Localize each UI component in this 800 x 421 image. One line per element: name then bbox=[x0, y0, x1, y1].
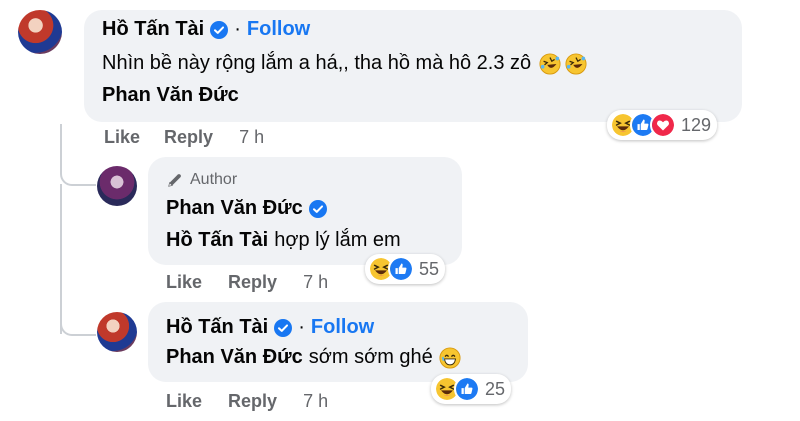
reaction-count: 25 bbox=[485, 378, 506, 399]
avatar[interactable] bbox=[97, 166, 137, 206]
verified-icon bbox=[309, 200, 327, 218]
like-button[interactable]: Like bbox=[104, 127, 140, 148]
comment-text: sớm sớm ghé bbox=[308, 346, 433, 368]
author-badge: Author bbox=[190, 171, 238, 188]
comment-text: Nhìn bề này rộng lắm a há,, tha hồ mà hô… bbox=[102, 52, 532, 74]
reply-button[interactable]: Reply bbox=[228, 272, 277, 293]
comment-author[interactable]: Hồ Tấn Tài bbox=[102, 18, 204, 41]
comment-author[interactable]: Hồ Tấn Tài bbox=[166, 316, 268, 339]
reply-button[interactable]: Reply bbox=[164, 127, 213, 148]
reaction-count: 129 bbox=[681, 114, 712, 135]
comment-bubble: Author Phan Văn Đức Hồ Tấn Tài hợp lý lắ… bbox=[148, 157, 462, 265]
separator-dot: · bbox=[298, 316, 305, 338]
reaction-summary[interactable]: 25 bbox=[431, 374, 512, 404]
follow-button[interactable]: Follow bbox=[311, 316, 374, 339]
thread-connector bbox=[60, 124, 96, 186]
reaction-count: 55 bbox=[419, 258, 440, 279]
rofl-emoji-icon bbox=[565, 53, 587, 75]
comment-bubble: Hồ Tấn Tài · Follow Nhìn bề này rộng lắm… bbox=[84, 10, 742, 122]
follow-button[interactable]: Follow bbox=[247, 18, 310, 41]
grin-emoji-icon bbox=[439, 347, 461, 369]
comment-text: hợp lý lắm em bbox=[274, 229, 401, 251]
reaction-summary[interactable]: 129 bbox=[607, 110, 718, 140]
like-icon bbox=[388, 256, 414, 282]
mention-tag[interactable]: Hồ Tấn Tài bbox=[166, 229, 268, 252]
verified-icon bbox=[210, 21, 228, 39]
thread-connector bbox=[60, 300, 96, 336]
timestamp[interactable]: 7 h bbox=[303, 391, 328, 412]
pen-icon bbox=[166, 171, 184, 189]
verified-icon bbox=[274, 319, 292, 337]
avatar[interactable] bbox=[18, 10, 62, 54]
timestamp[interactable]: 7 h bbox=[303, 272, 328, 293]
like-button[interactable]: Like bbox=[166, 272, 202, 293]
reaction-summary[interactable]: 55 bbox=[365, 254, 446, 284]
reply-button[interactable]: Reply bbox=[228, 391, 277, 412]
avatar[interactable] bbox=[97, 312, 137, 352]
timestamp[interactable]: 7 h bbox=[239, 127, 264, 148]
comment-bubble: Hồ Tấn Tài · Follow Phan Văn Đức sớm sớm… bbox=[148, 302, 528, 382]
like-button[interactable]: Like bbox=[166, 391, 202, 412]
love-icon bbox=[650, 112, 676, 138]
mention-tag[interactable]: Phan Văn Đức bbox=[102, 84, 239, 107]
like-icon bbox=[454, 376, 480, 402]
mention-tag[interactable]: Phan Văn Đức bbox=[166, 346, 303, 369]
separator-dot: · bbox=[234, 18, 241, 40]
rofl-emoji-icon bbox=[539, 53, 561, 75]
comment-author[interactable]: Phan Văn Đức bbox=[166, 197, 303, 220]
